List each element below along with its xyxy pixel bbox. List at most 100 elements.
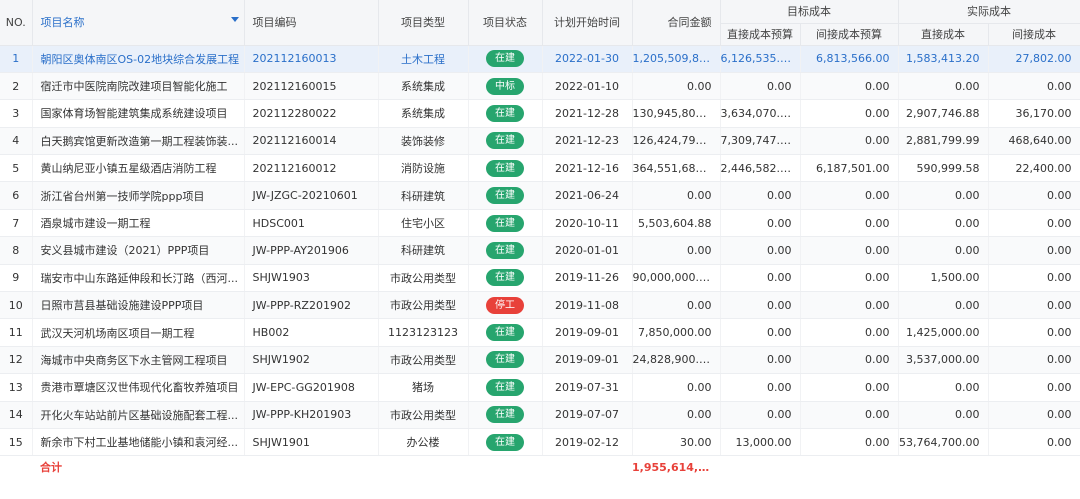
cell-project-name[interactable]: 新余市下村工业基地储能小镇和袁河经...: [32, 428, 245, 457]
status-badge: 停工: [486, 296, 524, 314]
cell-project-code: JW-EPC-GG201908: [244, 373, 379, 402]
col-header-actual-direct[interactable]: 直接成本: [898, 23, 989, 46]
table-row[interactable]: 11 武汉天河机场南区项目一期工程 HB002 1123123123 在建 2019-09…: [0, 318, 1080, 347]
cell-start-date: 2019-11-08: [542, 291, 633, 320]
cell-project-name[interactable]: 武汉天河机场南区项目一期工程: [32, 318, 245, 347]
cell-status: 在建: [468, 346, 543, 375]
cell-no: 3: [0, 99, 33, 128]
cell-target-indirect: 0.00: [800, 291, 899, 320]
cell-project-name[interactable]: 朝阳区奥体南区OS-02地块综合发展工程: [32, 45, 245, 73]
cell-project-code: 202112160013: [244, 45, 379, 73]
cell-target-indirect: 0.00: [800, 127, 899, 156]
cell-project-code: JW-PPP-AY201906: [244, 236, 379, 265]
cell-project-name[interactable]: 安义县城市建设（2021）PPP项目: [32, 236, 245, 265]
cell-status: 在建: [468, 127, 543, 156]
cell-target-indirect: 0.00: [800, 264, 899, 293]
table-row[interactable]: 7 酒泉城市建设一期工程 HDSC001 住宅小区 在建 2020-10-11 5,503,…: [0, 209, 1080, 238]
cell-project-name[interactable]: 海城市中央商务区下水主管网工程项目: [32, 346, 245, 375]
cell-no: 13: [0, 373, 33, 402]
table-row[interactable]: 2 宿迁市中医院南院改建项目智能化施工 202112160015 系统集成 中标 2022…: [0, 72, 1080, 101]
cell-project-code: HDSC001: [244, 209, 379, 238]
col-header-target-indirect[interactable]: 间接成本预算: [800, 23, 899, 46]
cell-project-name[interactable]: 开化火车站站前片区基础设施配套工程...: [32, 401, 245, 429]
total-row: 合计 1,955,614,64...: [0, 456, 1080, 478]
cell-actual-direct: 53,764,700.00: [898, 428, 989, 457]
table-row[interactable]: 15 新余市下村工业基地储能小镇和袁河经... SHJW1901 办公楼 在建 2019-…: [0, 428, 1080, 457]
cell-actual-direct: 0.00: [898, 373, 989, 402]
cell-project-type: 土木工程: [378, 45, 469, 73]
cell-no: 8: [0, 236, 33, 265]
cell-project-code: SHJW1902: [244, 346, 379, 375]
table-row[interactable]: 13 贵港市覃塘区汉世伟现代化畜牧养殖项目 JW-EPC-GG201908 猪场 在建 2…: [0, 373, 1080, 402]
cell-contract-amount: 126,424,799.35: [632, 127, 721, 156]
col-header-name[interactable]: 项目名称: [32, 0, 245, 46]
status-badge: 在建: [486, 104, 524, 122]
cell-project-name[interactable]: 酒泉城市建设一期工程: [32, 209, 245, 238]
cell-contract-amount: 0.00: [632, 181, 721, 210]
table-row[interactable]: 9 瑞安市中山东路延伸段和长汀路（西河... SHJW1903 市政公用类型 在建 201…: [0, 264, 1080, 293]
cell-status: 在建: [468, 373, 543, 402]
cell-contract-amount: 0.00: [632, 236, 721, 265]
col-header-code[interactable]: 项目编码: [244, 0, 379, 46]
cell-status: 在建: [468, 428, 543, 457]
cell-contract-amount: 30.00: [632, 428, 721, 457]
table-row[interactable]: 14 开化火车站站前片区基础设施配套工程... JW-PPP-KH201903 市政公…: [0, 401, 1080, 429]
cell-project-name[interactable]: 日照市莒县基础设施建设PPP项目: [32, 291, 245, 320]
cell-project-type: 1123123123: [378, 318, 469, 347]
project-cost-table: NO. 项目名称 项目编码 项目类型 项目状态 计划开始时间 合同金额 目标成本…: [0, 0, 1080, 478]
table-row[interactable]: 6 浙江省台州第一技师学院ppp项目 JW-JZGC-20210601 科研建筑 在建 2…: [0, 181, 1080, 210]
status-badge: 在建: [486, 187, 524, 205]
cell-project-type: 消防设施: [378, 154, 469, 183]
cell-project-name[interactable]: 白天鹅宾馆更新改造第一期工程装饰装...: [32, 127, 245, 156]
cell-start-date: 2021-12-16: [542, 154, 633, 183]
col-header-start[interactable]: 计划开始时间: [542, 0, 633, 46]
cell-actual-indirect: 27,802.00: [988, 45, 1080, 73]
col-header-type[interactable]: 项目类型: [378, 0, 469, 46]
cell-start-date: 2019-09-01: [542, 346, 633, 375]
cell-no: 14: [0, 401, 33, 429]
col-header-amount[interactable]: 合同金额: [632, 0, 721, 46]
table-row[interactable]: 1 朝阳区奥体南区OS-02地块综合发展工程 202112160013 土木工程 在建 2…: [0, 45, 1080, 73]
cell-no: 7: [0, 209, 33, 238]
col-header-status[interactable]: 项目状态: [468, 0, 543, 46]
cell-no: 2: [0, 72, 33, 101]
cell-project-type: 系统集成: [378, 99, 469, 128]
table-row[interactable]: 4 白天鹅宾馆更新改造第一期工程装饰装... 202112160014 装饰装修 在建 2…: [0, 127, 1080, 156]
cell-project-name[interactable]: 国家体育场智能建筑集成系统建设项目: [32, 99, 245, 128]
cell-target-direct: 0.00: [720, 346, 801, 375]
cell-target-direct: 3,634,070.08: [720, 99, 801, 128]
table-row[interactable]: 10 日照市莒县基础设施建设PPP项目 JW-PPP-RZ201902 市政公用类型停…: [0, 291, 1080, 320]
cell-project-code: 202112280022: [244, 99, 379, 128]
status-badge: 在建: [486, 324, 524, 342]
cell-start-date: 2022-01-30: [542, 45, 633, 73]
cell-target-indirect: 0.00: [800, 99, 899, 128]
cell-contract-amount: 364,551,686.34: [632, 154, 721, 183]
table-row[interactable]: 5 黄山纳尼亚小镇五星级酒店消防工程 202112160012 消防设施 在建 2021-…: [0, 154, 1080, 183]
cell-project-code: HB002: [244, 318, 379, 347]
col-group-actual-cost: 实际成本: [898, 0, 1080, 24]
cell-actual-indirect: 36,170.00: [988, 99, 1080, 128]
cell-actual-indirect: 0.00: [988, 373, 1080, 402]
table-row[interactable]: 12 海城市中央商务区下水主管网工程项目 SHJW1902 市政公用类型 在建 2019-…: [0, 346, 1080, 375]
cell-project-name[interactable]: 浙江省台州第一技师学院ppp项目: [32, 181, 245, 210]
cell-actual-indirect: 0.00: [988, 428, 1080, 457]
cell-project-name[interactable]: 瑞安市中山东路延伸段和长汀路（西河...: [32, 264, 245, 293]
cell-project-name[interactable]: 黄山纳尼亚小镇五星级酒店消防工程: [32, 154, 245, 183]
table-row[interactable]: 3 国家体育场智能建筑集成系统建设项目 202112280022 系统集成 在建 2021…: [0, 99, 1080, 128]
cell-target-direct: 13,000.00: [720, 428, 801, 457]
col-header-no[interactable]: NO.: [0, 0, 33, 46]
col-header-target-direct[interactable]: 直接成本预算: [720, 23, 801, 46]
status-badge: 在建: [486, 378, 524, 396]
cell-actual-direct: 0.00: [898, 236, 989, 265]
cell-project-type: 猪场: [378, 373, 469, 402]
cell-project-name[interactable]: 贵港市覃塘区汉世伟现代化畜牧养殖项目: [32, 373, 245, 402]
total-amount: 1,955,614,64...: [632, 460, 720, 474]
cell-target-indirect: 0.00: [800, 318, 899, 347]
caret-down-icon[interactable]: [230, 17, 239, 22]
table-footer: 合计 1,955,614,64...: [0, 456, 1080, 478]
cell-project-type: 市政公用类型: [378, 291, 469, 320]
cell-actual-indirect: 0.00: [988, 209, 1080, 238]
col-header-actual-indirect[interactable]: 间接成本: [988, 23, 1080, 46]
table-row[interactable]: 8 安义县城市建设（2021）PPP项目 JW-PPP-AY201906 科研建筑 在建…: [0, 236, 1080, 265]
cell-project-name[interactable]: 宿迁市中医院南院改建项目智能化施工: [32, 72, 245, 101]
